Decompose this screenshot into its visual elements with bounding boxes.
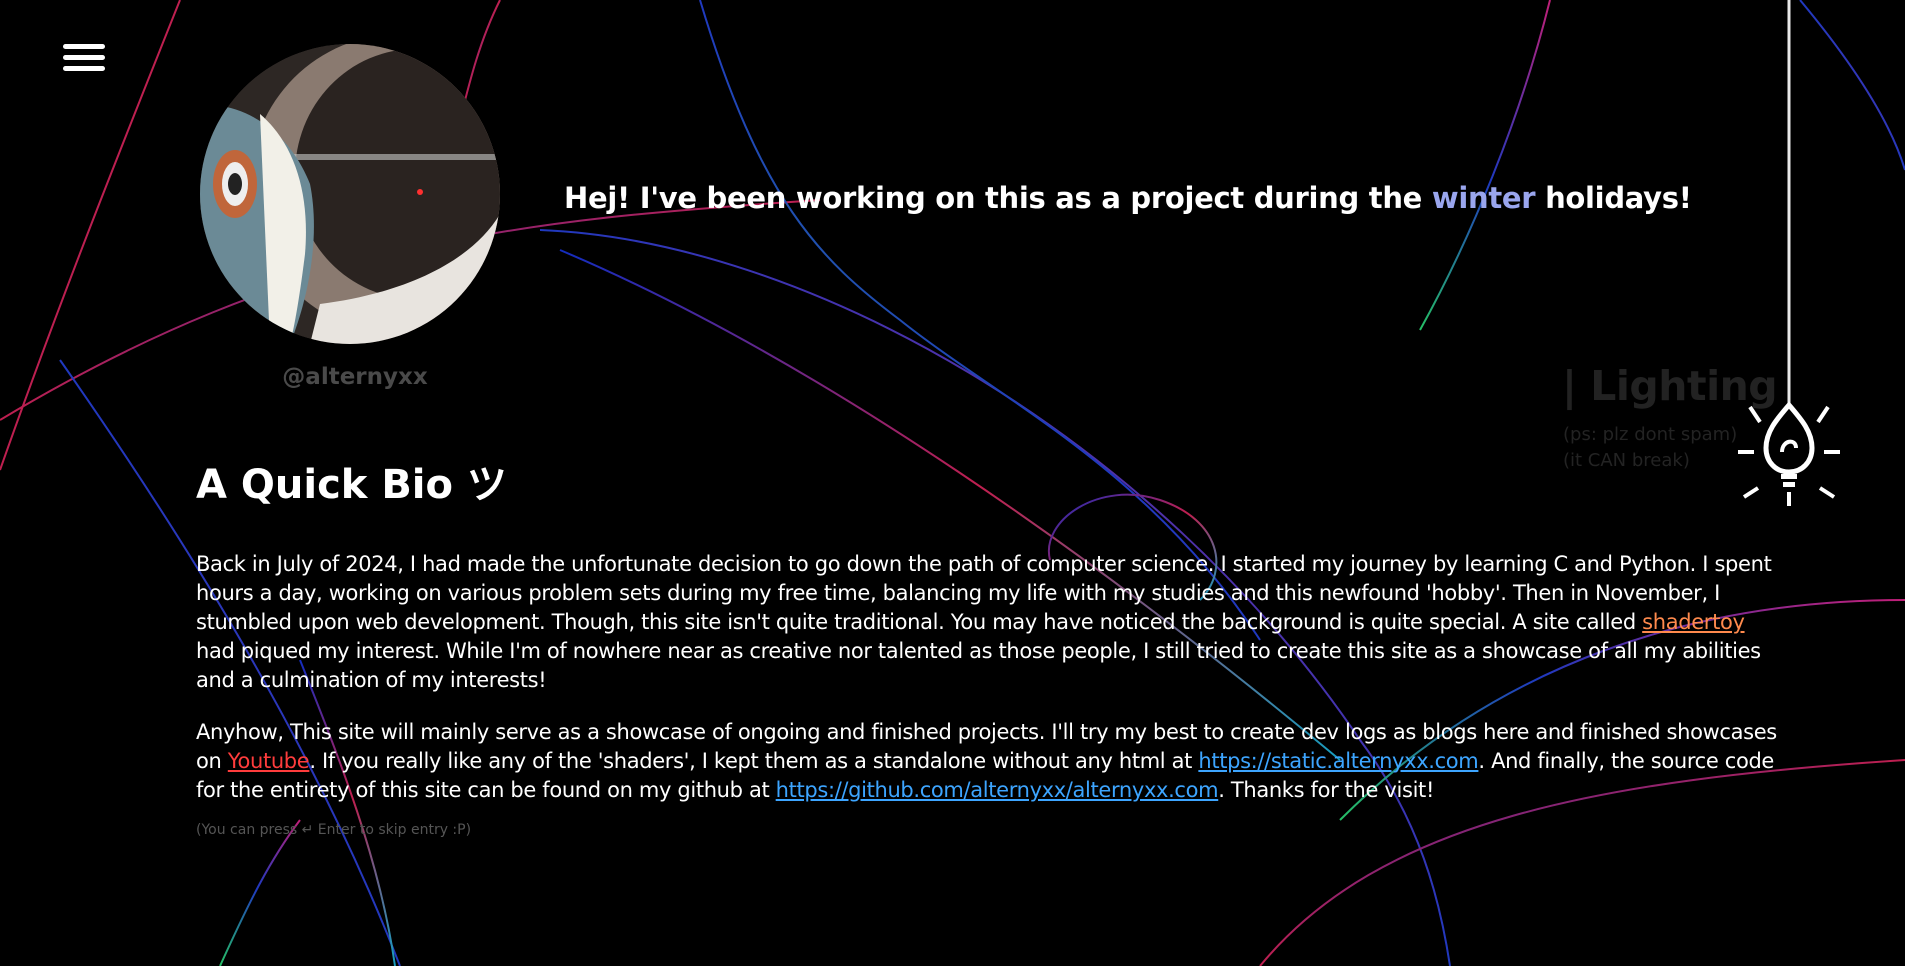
youtube-link[interactable]: Youtube (228, 749, 310, 773)
menu-bar (63, 55, 105, 60)
profile-handle: @alternyxx (282, 364, 428, 390)
shadertoy-link[interactable]: shadertoy (1642, 610, 1745, 634)
github-link[interactable]: https://github.com/alternyxx/alternyxx.c… (776, 778, 1219, 802)
hamburger-menu-icon[interactable] (63, 44, 105, 80)
bio-paragraph-1: Back in July of 2024, I had made the unf… (196, 550, 1786, 695)
avatar-plush-shark-image (200, 44, 500, 344)
headline-text: Hej! I've been working on this as a proj… (564, 181, 1432, 215)
bio-text-span: . If you really like any of the 'shaders… (309, 749, 1199, 773)
bio-text: Back in July of 2024, I had made the unf… (196, 550, 1786, 828)
headline-accent-word: winter (1431, 181, 1536, 215)
bio-text-span: . Thanks for the visit! (1218, 778, 1435, 802)
light-bulb-icon[interactable] (1730, 0, 1850, 520)
bio-title: A Quick Bio ツ (196, 462, 507, 508)
bio-text-span: Back in July of 2024, I had made the unf… (196, 552, 1772, 634)
static-site-link[interactable]: https://static.alternyxx.com (1198, 749, 1478, 773)
bio-paragraph-2: Anyhow, This site will mainly serve as a… (196, 718, 1786, 805)
headline: Hej! I've been working on this as a proj… (564, 181, 1692, 215)
menu-bar (63, 44, 105, 49)
avatar (200, 44, 500, 344)
menu-bar (63, 66, 105, 71)
skip-entry-hint: (You can press ↵ Enter to skip entry :P) (196, 822, 472, 838)
headline-text-end: holidays! (1535, 181, 1692, 215)
bio-text-span: had piqued my interest. While I'm of now… (196, 639, 1761, 692)
